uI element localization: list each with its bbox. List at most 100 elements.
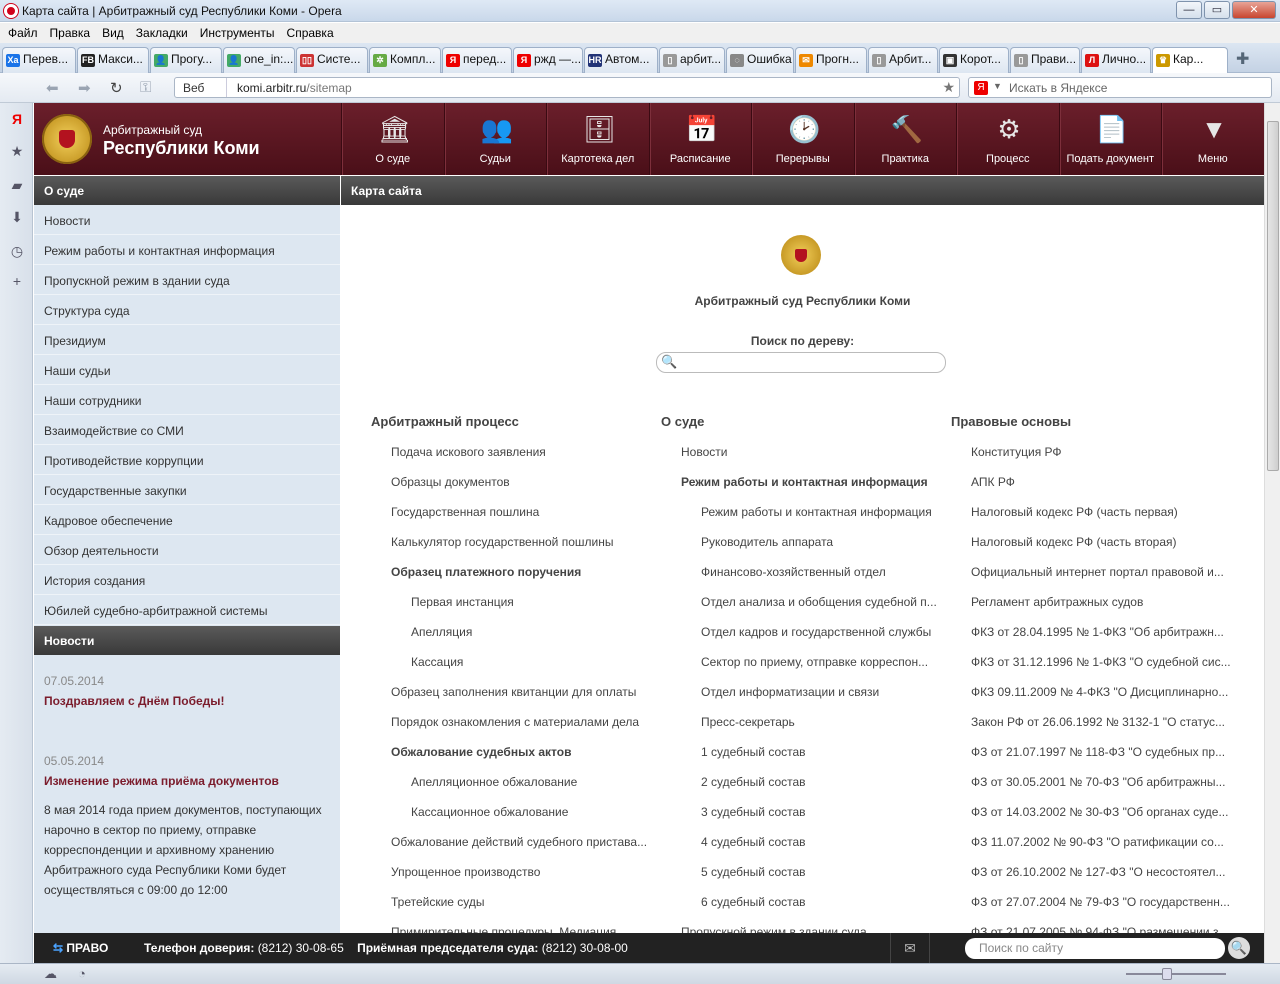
sitemap-section-title[interactable]: Арбитражный процесс <box>371 414 519 429</box>
pravo-logo[interactable]: ⇆ ПРАВО <box>53 941 108 955</box>
zoom-slider-handle[interactable] <box>1162 968 1172 980</box>
sitemap-link[interactable]: Кассация <box>411 655 656 669</box>
notes-icon[interactable]: ▰ <box>9 177 25 193</box>
sidebar-item[interactable]: Структура суда <box>34 295 340 325</box>
sitemap-link[interactable]: Налоговый кодекс РФ (часть первая) <box>971 505 1236 519</box>
chevron-down-icon[interactable]: ▼ <box>993 81 1002 91</box>
sitemap-link[interactable]: Обжалование судебных актов <box>391 745 656 759</box>
menu-item[interactable]: Файл <box>4 23 46 43</box>
bookmarks-star-icon[interactable]: ★ <box>9 143 25 159</box>
zoom-slider[interactable] <box>1126 973 1226 975</box>
browser-tab[interactable]: FB Макси... <box>77 47 149 73</box>
menu-item[interactable]: Инструменты <box>196 23 283 43</box>
sitemap-link[interactable]: 4 судебный состав <box>701 835 946 849</box>
menu-item[interactable]: Справка <box>283 23 342 43</box>
close-button[interactable]: ✕ <box>1232 1 1276 19</box>
nav-item[interactable]: 🗄 Картотека дел <box>546 103 649 175</box>
sitemap-link[interactable]: 6 судебный состав <box>701 895 946 909</box>
browser-tab[interactable]: ◌ Ошибка <box>726 47 794 73</box>
mail-icon[interactable]: ✉ <box>890 933 930 963</box>
sidebar-item[interactable]: История создания <box>34 565 340 595</box>
new-tab-icon[interactable]: ✚ <box>1236 49 1249 69</box>
sitemap-link[interactable]: Руководитель аппарата <box>701 535 946 549</box>
court-emblem-icon[interactable] <box>42 114 92 164</box>
page-scrollbar[interactable] <box>1264 103 1280 963</box>
sitemap-link[interactable]: Третейские суды <box>391 895 656 909</box>
sidebar-item[interactable]: Пропускной режим в здании суда <box>34 265 340 295</box>
nav-item[interactable]: 👥 Судьи <box>443 103 547 175</box>
menu-item[interactable]: Закладки <box>132 23 196 43</box>
sitemap-section-title[interactable]: Правовые основы <box>951 414 1071 429</box>
sitemap-link[interactable]: Образец платежного поручения <box>391 565 656 579</box>
nav-item[interactable]: 🕑 Перерывы <box>751 103 854 175</box>
sitemap-link[interactable]: ФКЗ от 31.12.1996 № 1-ФКЗ "О судебной си… <box>971 655 1236 669</box>
sitemap-link[interactable]: Кассационное обжалование <box>411 805 656 819</box>
nav-item[interactable]: 🏛 О суде <box>341 103 444 175</box>
sitemap-link[interactable]: ФКЗ от 28.04.1995 № 1-ФКЗ "Об арбитражн.… <box>971 625 1236 639</box>
menu-item[interactable]: Вид <box>98 23 132 43</box>
history-icon[interactable]: ◷ <box>9 243 25 259</box>
sidebar-item[interactable]: Наши сотрудники <box>34 385 340 415</box>
back-icon[interactable]: ⬅ <box>46 79 59 97</box>
sitemap-link[interactable]: Режим работы и контактная информация <box>681 475 946 489</box>
sitemap-link[interactable]: Калькулятор государственной пошлины <box>391 535 656 549</box>
news-title-link[interactable]: Поздравляем с Днём Победы! <box>44 694 225 708</box>
sitemap-link[interactable]: Финансово-хозяйственный отдел <box>701 565 946 579</box>
sidebar-item[interactable]: Обзор деятельности <box>34 535 340 565</box>
browser-tab[interactable]: ♛ Кар... <box>1152 47 1228 73</box>
news-title-link[interactable]: Изменение режима приёма документов <box>44 774 279 788</box>
sitemap-link[interactable]: Образцы документов <box>391 475 656 489</box>
sitemap-link[interactable]: Первая инстанция <box>411 595 656 609</box>
sitemap-link[interactable]: Налоговый кодекс РФ (часть вторая) <box>971 535 1236 549</box>
sidebar-item[interactable]: Юбилей судебно-арбитражной системы <box>34 595 340 625</box>
browser-tab[interactable]: ▣ Корот... <box>939 47 1009 73</box>
browser-tab[interactable]: 👤 Прогу... <box>150 47 222 73</box>
site-search-input[interactable]: Поиск по сайту <box>965 938 1225 959</box>
sitemap-link[interactable]: Конституция РФ <box>971 445 1236 459</box>
browser-tab[interactable]: ▯ Арбит... <box>868 47 938 73</box>
sitemap-link[interactable]: ФКЗ 09.11.2009 № 4-ФКЗ "О Дисциплинарно.… <box>971 685 1236 699</box>
sitemap-link[interactable]: Официальный интернет портал правовой и..… <box>971 565 1236 579</box>
downloads-icon[interactable]: ⬇ <box>9 209 25 225</box>
browser-tab[interactable]: ▯ Прави... <box>1010 47 1080 73</box>
browser-tab[interactable]: ▯▯ Систе... <box>296 47 368 73</box>
tree-search-input[interactable]: 🔍 <box>656 352 946 373</box>
search-button[interactable]: 🔍 <box>1228 937 1250 959</box>
forward-icon[interactable]: ➡ <box>78 79 91 97</box>
sidebar-item[interactable]: Кадровое обеспечение <box>34 505 340 535</box>
sidebar-item[interactable]: Государственные закупки <box>34 475 340 505</box>
sitemap-link[interactable]: Отдел кадров и государственной службы <box>701 625 946 639</box>
sitemap-link[interactable]: Закон РФ от 26.06.1992 № 3132-1 "О стату… <box>971 715 1236 729</box>
maximize-button[interactable]: ▭ <box>1204 1 1230 19</box>
sitemap-link[interactable]: Государственная пошлина <box>391 505 656 519</box>
sitemap-link[interactable]: ФЗ от 27.07.2004 № 79-ФЗ "О государствен… <box>971 895 1236 909</box>
scrollbar-thumb[interactable] <box>1267 121 1279 471</box>
sitemap-link[interactable]: ФЗ от 21.07.1997 № 118-ФЗ "О судебных пр… <box>971 745 1236 759</box>
sitemap-link[interactable]: 5 судебный состав <box>701 865 946 879</box>
nav-item[interactable]: ⚙ Процесс <box>956 103 1059 175</box>
nav-item[interactable]: 🔨 Практика <box>853 103 957 175</box>
bookmark-star-icon[interactable]: ★ <box>942 79 955 96</box>
nav-item[interactable]: ▼ Меню <box>1161 103 1264 175</box>
sidebar-item[interactable]: Наши судьи <box>34 355 340 385</box>
nav-item[interactable]: 📄 Подать документ <box>1058 103 1162 175</box>
reload-icon[interactable]: ↻ <box>110 79 123 97</box>
sitemap-link[interactable]: ФЗ от 14.03.2002 № 30-ФЗ "Об органах суд… <box>971 805 1236 819</box>
browser-tab[interactable]: ▯ арбит... <box>659 47 725 73</box>
sitemap-section-title[interactable]: О суде <box>661 414 704 429</box>
sitemap-link[interactable]: ФЗ от 30.05.2001 № 70-ФЗ "Об арбитражны.… <box>971 775 1236 789</box>
web-label[interactable]: Веб <box>175 78 227 97</box>
nav-item[interactable]: 📅 Расписание <box>648 103 752 175</box>
minimize-button[interactable]: — <box>1176 1 1202 19</box>
browser-tab[interactable]: ✲ Компл... <box>369 47 441 73</box>
sitemap-link[interactable]: Новости <box>681 445 946 459</box>
sitemap-link[interactable]: Апелляция <box>411 625 656 639</box>
url-text[interactable]: komi.arbitr.ru/sitemap <box>237 81 352 95</box>
sitemap-link[interactable]: Сектор по приему, отправке корреспон... <box>701 655 946 669</box>
sitemap-link[interactable]: 2 судебный состав <box>701 775 946 789</box>
sidebar-item[interactable]: Президиум <box>34 325 340 355</box>
sitemap-link[interactable]: Порядок ознакомления с материалами дела <box>391 715 656 729</box>
speed-dial-icon[interactable]: ◔ <box>78 966 86 981</box>
sitemap-link[interactable]: АПК РФ <box>971 475 1236 489</box>
sitemap-link[interactable]: Упрощенное производство <box>391 865 656 879</box>
